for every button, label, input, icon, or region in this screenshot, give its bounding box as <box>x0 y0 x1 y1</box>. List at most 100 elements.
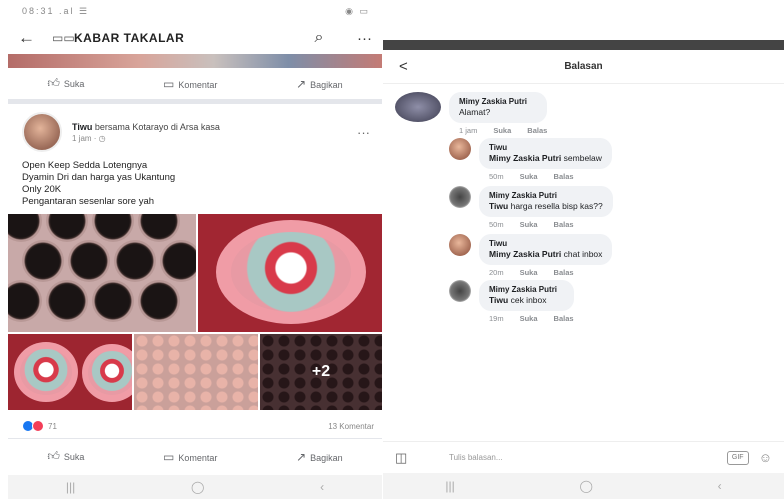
like-button[interactable]: 👍︎ Suka <box>47 76 84 91</box>
reply-link[interactable]: Balas <box>554 314 574 323</box>
status-bar <box>383 40 784 50</box>
comment-count[interactable]: 13 Komentar <box>328 422 374 431</box>
comment-author[interactable]: Tiwu <box>489 142 602 153</box>
page-title: Balasan <box>564 61 603 72</box>
status-left: 08:31 .al ☰ <box>22 5 90 16</box>
comment-bubble[interactable]: Mimy Zaskia Putri Tiwu cek inbox <box>479 280 574 311</box>
comment-content: Tiwu Mimy Zaskia Putri chat inbox 20m Su… <box>479 234 613 277</box>
comment-time: 19m <box>489 314 504 323</box>
post-author-suffix: bersama Kotarayo di Arsa kasa <box>94 121 220 132</box>
comment-message: sembelaw <box>563 153 602 163</box>
post-line: Pengantaran sesenlar sore yah <box>22 196 155 207</box>
previous-post-actions: 👍︎ Suka ▭ Komentar ↗ Bagikan <box>8 68 382 104</box>
avatar[interactable] <box>395 92 441 122</box>
comment-time: 50m <box>489 220 504 229</box>
comment-text: Tiwu cek inbox <box>489 295 547 305</box>
system-nav-bar: ||| ◯ ‹ <box>8 475 382 499</box>
comment-bubble[interactable]: Mimy Zaskia Putri Alamat? <box>449 92 548 123</box>
like-link[interactable]: Suka <box>520 220 538 229</box>
cookie-rows-image <box>134 334 258 410</box>
reply-input[interactable]: Tulis balasan... <box>441 449 727 467</box>
reply-link[interactable]: Balas <box>554 268 574 277</box>
like-link[interactable]: Suka <box>493 126 511 135</box>
back-icon[interactable]: ‹ <box>718 479 722 493</box>
share-button[interactable]: ↗ Bagikan <box>296 77 343 91</box>
like-link[interactable]: Suka <box>520 268 538 277</box>
comment-author[interactable]: Mimy Zaskia Putri <box>489 284 564 295</box>
home-icon[interactable]: ◯ <box>191 480 204 494</box>
back-arrow-icon[interactable]: ← <box>18 28 52 48</box>
avatar[interactable] <box>449 234 471 256</box>
comment-bubble[interactable]: Mimy Zaskia Putri Tiwu harga resella bis… <box>479 186 613 217</box>
cookie-image <box>138 214 180 242</box>
cookie-image <box>46 280 88 322</box>
avatar[interactable] <box>22 112 62 152</box>
photo-tin-closeup[interactable] <box>198 214 382 332</box>
comment-author[interactable]: Mimy Zaskia Putri <box>459 96 537 107</box>
comment-label: Komentar <box>178 452 218 463</box>
cookie-image <box>22 240 64 282</box>
comment-item: Tiwu Mimy Zaskia Putri chat inbox 20m Su… <box>449 234 613 277</box>
more-photos-count[interactable]: +2 <box>260 334 382 410</box>
photo-gallery: +2 <box>8 214 382 410</box>
more-icon[interactable]: ··· <box>342 30 372 47</box>
back-icon[interactable]: ‹ <box>320 480 324 494</box>
thumbs-up-icon: 👍︎ <box>47 76 60 90</box>
post-line: Only 20K <box>22 184 62 195</box>
replies-header: < Balasan <box>383 50 784 84</box>
tin-lid <box>20 349 72 395</box>
group-title[interactable]: KABAR TAKALAR <box>74 31 296 45</box>
recents-icon[interactable]: ||| <box>445 479 454 493</box>
comment-mention[interactable]: Mimy Zaskia Putri <box>489 153 561 163</box>
comment-item: Tiwu Mimy Zaskia Putri sembelaw 50m Suka… <box>449 138 612 181</box>
reply-link[interactable]: Balas <box>554 220 574 229</box>
comment-message: harga resella bisp kas?? <box>510 201 603 211</box>
post-author[interactable]: Tiwu <box>72 122 92 132</box>
reply-link[interactable]: Balas <box>527 126 547 135</box>
like-button[interactable]: 👍︎ Suka <box>47 449 84 464</box>
back-arrow-icon[interactable]: < <box>399 58 408 75</box>
home-icon[interactable]: ◯ <box>579 479 592 493</box>
photo-cookie-rows[interactable] <box>134 334 258 410</box>
photo-tins[interactable] <box>8 334 132 410</box>
comment-mention[interactable]: Tiwu <box>489 295 508 305</box>
like-link[interactable]: Suka <box>520 172 538 181</box>
avatar[interactable] <box>449 280 471 302</box>
post-author-line: Tiwu bersama Kotarayo di Arsa kasa <box>72 122 357 132</box>
post-author-block: Tiwu bersama Kotarayo di Arsa kasa 1 jam… <box>72 122 357 143</box>
like-label: Suka <box>63 452 85 462</box>
avatar[interactable] <box>449 186 471 208</box>
photo-more[interactable]: +2 <box>260 334 382 410</box>
avatar[interactable] <box>449 138 471 160</box>
gif-button[interactable]: GIF <box>726 450 749 465</box>
share-button[interactable]: ↗ Bagikan <box>296 450 343 464</box>
post-actions: 👍︎ Suka ▭ Komentar ↗ Bagikan <box>8 438 382 474</box>
comment-bubble[interactable]: Tiwu Mimy Zaskia Putri sembelaw <box>479 138 612 169</box>
tin-image <box>14 342 78 402</box>
like-link[interactable]: Suka <box>520 314 538 323</box>
comment-button[interactable]: ▭ Komentar <box>163 77 217 91</box>
post-more-icon[interactable]: ··· <box>357 125 370 140</box>
cookie-image <box>68 240 110 282</box>
comment-content: Tiwu Mimy Zaskia Putri sembelaw 50m Suka… <box>479 138 612 181</box>
comment-author[interactable]: Tiwu <box>489 238 602 249</box>
post-header: Tiwu bersama Kotarayo di Arsa kasa 1 jam… <box>8 104 382 156</box>
system-nav-bar: ||| ◯ ‹ <box>383 473 784 499</box>
comment-mention[interactable]: Tiwu <box>489 201 508 211</box>
comment-bubble[interactable]: Tiwu Mimy Zaskia Putri chat inbox <box>479 234 613 265</box>
cookie-image <box>138 280 180 322</box>
comment-time: 20m <box>489 268 504 277</box>
comment-button[interactable]: ▭ Komentar <box>163 450 217 464</box>
emoji-icon[interactable]: ☺ <box>759 450 772 465</box>
tin-image <box>82 344 132 402</box>
reply-link[interactable]: Balas <box>554 172 574 181</box>
recents-icon[interactable]: ||| <box>66 480 75 494</box>
comment-mention[interactable]: Mimy Zaskia Putri <box>489 249 561 259</box>
comment-author[interactable]: Mimy Zaskia Putri <box>489 190 603 201</box>
photo-cookies-grid[interactable] <box>8 214 196 332</box>
search-icon[interactable]: ⌕ <box>296 29 342 47</box>
reaction-summary[interactable]: 71 13 Komentar <box>8 414 382 438</box>
camera-icon[interactable]: ◫ <box>395 450 441 466</box>
share-label: Bagikan <box>310 79 343 90</box>
post-line: Dyamin Dri dan harga yas Ukantung <box>22 172 176 183</box>
